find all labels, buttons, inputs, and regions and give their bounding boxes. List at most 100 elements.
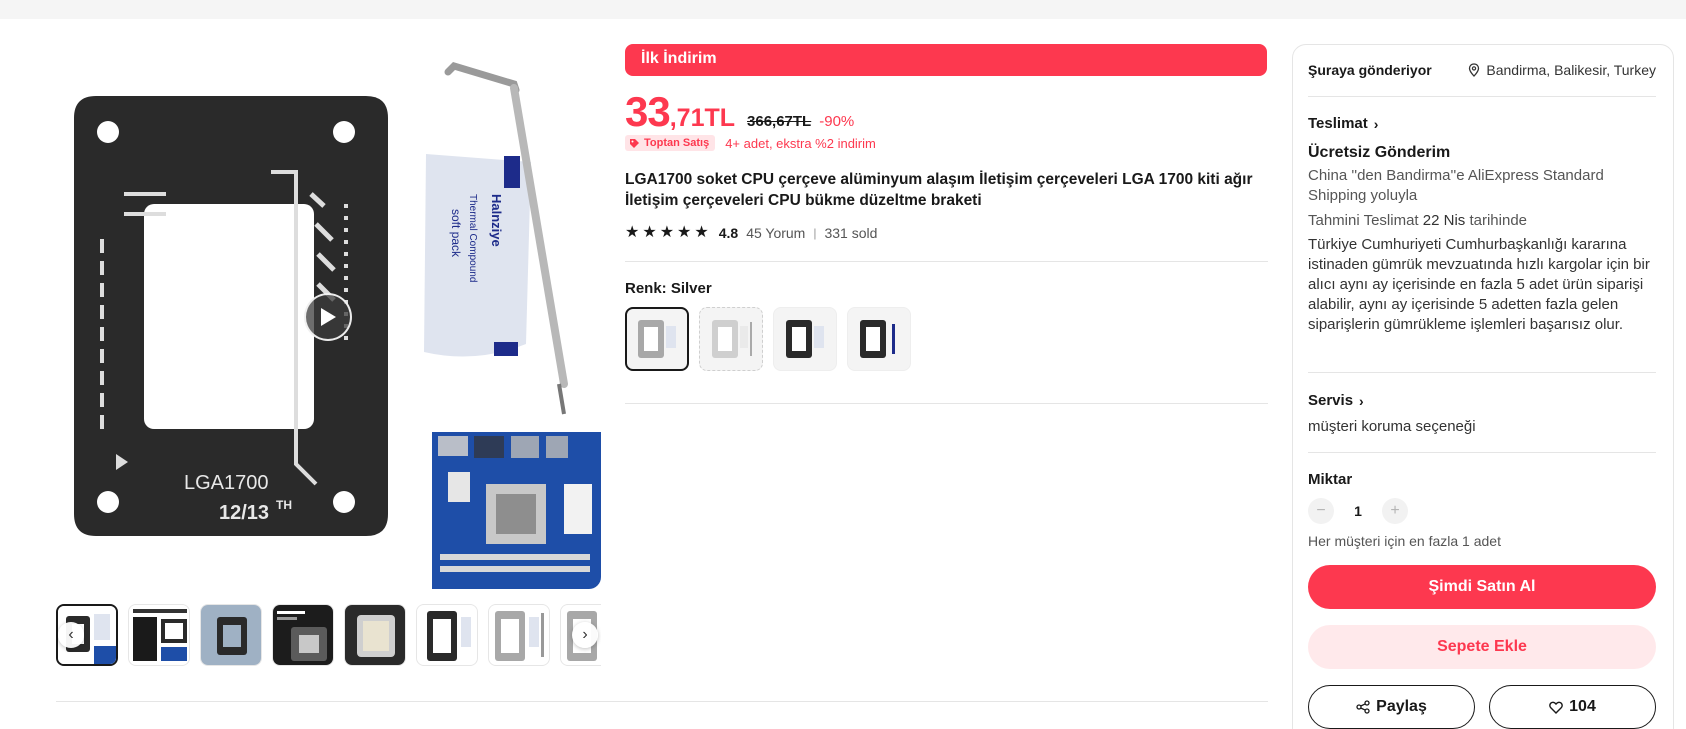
service-text: müşteri koruma seçeneği [1308, 418, 1476, 435]
quantity-title: Miktar [1308, 471, 1352, 488]
thumbnail-2[interactable] [128, 604, 190, 666]
pack-line1: Thermal Compound [467, 194, 478, 282]
free-shipping: Ücretsiz Gönderim [1308, 144, 1451, 161]
thumbnail-4[interactable] [272, 604, 334, 666]
thumbnail-image [489, 605, 549, 665]
promo-banner: İlk İndirim [625, 44, 1267, 76]
quantity-limit: Her müşteri için en fazla 1 adet [1308, 533, 1501, 549]
color-label: Renk: Silver [625, 280, 712, 297]
service-title: Servis [1308, 392, 1354, 409]
buy-now-button[interactable]: Şimdi Satın Al [1308, 565, 1656, 609]
wishlist-button[interactable]: 104 [1489, 685, 1656, 729]
plus-icon: + [1390, 502, 1400, 519]
customs-notice: Türkiye Cumhuriyeti Cumhurbaşkanlığı kar… [1308, 236, 1650, 333]
main-product-image[interactable]: LGA1700 12/13 TH Halnziye Thermal Compou… [56, 44, 601, 589]
star-icon: ★ [642, 224, 657, 241]
thumbnail-image [129, 605, 189, 665]
separator: | [813, 226, 817, 240]
divider [625, 261, 1268, 262]
top-nav-strip [0, 0, 1686, 19]
swatch-image [860, 320, 895, 358]
color-option-black-alt[interactable] [847, 307, 911, 371]
price-integer: 33 [625, 88, 671, 135]
quantity-value[interactable]: 1 [1352, 503, 1364, 519]
ship-location-text: Bandirma, Balikesir, Turkey [1486, 62, 1656, 78]
frame-sublabel: 12/13 [219, 502, 269, 524]
sold-count: 331 sold [824, 225, 878, 241]
thumbnail-prev-button[interactable]: ‹ [58, 622, 84, 648]
bulk-badge: Toptan Satış [625, 135, 716, 151]
quantity-label: Miktar [1308, 471, 1353, 488]
estimated-delivery: Tahmini Teslimat 22 Nis tarihinde [1308, 211, 1656, 231]
thumbnail-image [417, 605, 477, 665]
thumbnail-5[interactable] [344, 604, 406, 666]
quantity-stepper: − 1 + [1308, 498, 1408, 524]
star-icon: ★ [659, 224, 675, 241]
thumbnail-image [201, 605, 261, 665]
swatch-image [786, 320, 824, 358]
color-option-silver[interactable] [625, 307, 689, 371]
share-label: Paylaş [1376, 698, 1427, 715]
chevron-right-icon: › [1373, 115, 1379, 132]
delivery-section-title[interactable]: Teslimat › [1308, 115, 1378, 132]
shipping-via: China ''den Bandirma''e AliExpress Stand… [1308, 167, 1604, 204]
minus-icon: − [1316, 502, 1326, 519]
bulk-badge-label: Toptan Satış [644, 137, 710, 149]
thumbnail-3[interactable] [200, 604, 262, 666]
thumbnail-next-button[interactable]: › [572, 622, 598, 648]
thumbnail-6[interactable] [416, 604, 478, 666]
estimate-date: 22 Nis [1422, 212, 1466, 229]
service-section-title[interactable]: Servis › [1308, 392, 1364, 409]
bulk-discount-text: 4+ adet, ekstra %2 indirim [725, 135, 876, 151]
tag-icon [630, 138, 639, 148]
play-video-button[interactable] [304, 293, 352, 341]
price-decimal: ,71TL [669, 104, 736, 132]
add-to-cart-button[interactable]: Sepete Ekle [1308, 625, 1656, 669]
divider [625, 403, 1268, 404]
share-button[interactable]: Paylaş [1308, 685, 1475, 729]
chevron-right-icon: › [582, 626, 588, 643]
play-icon [321, 308, 336, 326]
thumbnail-strip: ‹ › [56, 604, 601, 668]
color-option-black[interactable] [773, 307, 837, 371]
share-icon [1356, 700, 1370, 714]
swatch-image [712, 320, 752, 358]
quantity-increase-button[interactable]: + [1382, 498, 1408, 524]
ship-to-row[interactable]: Şuraya gönderiyor Bandirma, Balikesir, T… [1308, 62, 1656, 78]
quantity-decrease-button[interactable]: − [1308, 498, 1334, 524]
divider [1308, 96, 1656, 97]
chevron-right-icon: › [1359, 392, 1364, 409]
bulk-discount-row: Toptan Satış 4+ adet, ekstra %2 indirim [625, 135, 876, 151]
ship-to-label: Şuraya gönderiyor [1308, 62, 1432, 78]
promo-label: İlk İndirim [641, 50, 717, 67]
location-pin-icon [1469, 63, 1480, 77]
thumbnail-image [345, 605, 405, 665]
star-icon: ★ [677, 224, 692, 241]
heart-icon [1549, 701, 1563, 714]
chevron-left-icon: ‹ [68, 626, 74, 643]
price-row: 33 ,71TL 366,67TL -90% [625, 88, 855, 135]
rating-stars: ★ ★ ★ ★ ★ [625, 225, 709, 241]
frame-sup: TH [276, 498, 292, 512]
rating-value: 4.8 [718, 225, 739, 241]
wishlist-count: 104 [1569, 698, 1596, 715]
thumbnail-image [273, 605, 333, 665]
color-swatches [625, 307, 911, 371]
original-price: 366,67TL [747, 113, 812, 130]
ship-location[interactable]: Bandirma, Balikesir, Turkey [1468, 62, 1656, 78]
swatch-image [638, 320, 676, 358]
discount-percent: -90% [819, 113, 855, 130]
thumbnail-7[interactable] [488, 604, 550, 666]
section-divider [56, 701, 1268, 702]
reviews-link[interactable]: 45 Yorum [746, 225, 805, 241]
frame-label: LGA1700 [184, 472, 269, 494]
star-icon: ★ [694, 224, 709, 241]
pack-line2: soft pack [449, 209, 463, 258]
color-option-silver-light[interactable] [699, 307, 763, 371]
estimate-suffix: tarihinde [1465, 212, 1528, 229]
divider [1308, 452, 1656, 453]
product-title: LGA1700 soket CPU çerçeve alüminyum alaş… [625, 171, 1253, 209]
rating-row: ★ ★ ★ ★ ★ 4.8 45 Yorum | 331 sold [625, 225, 878, 242]
estimate-prefix: Tahmini Teslimat [1308, 212, 1423, 229]
pack-brand: Halnziye [489, 194, 504, 247]
